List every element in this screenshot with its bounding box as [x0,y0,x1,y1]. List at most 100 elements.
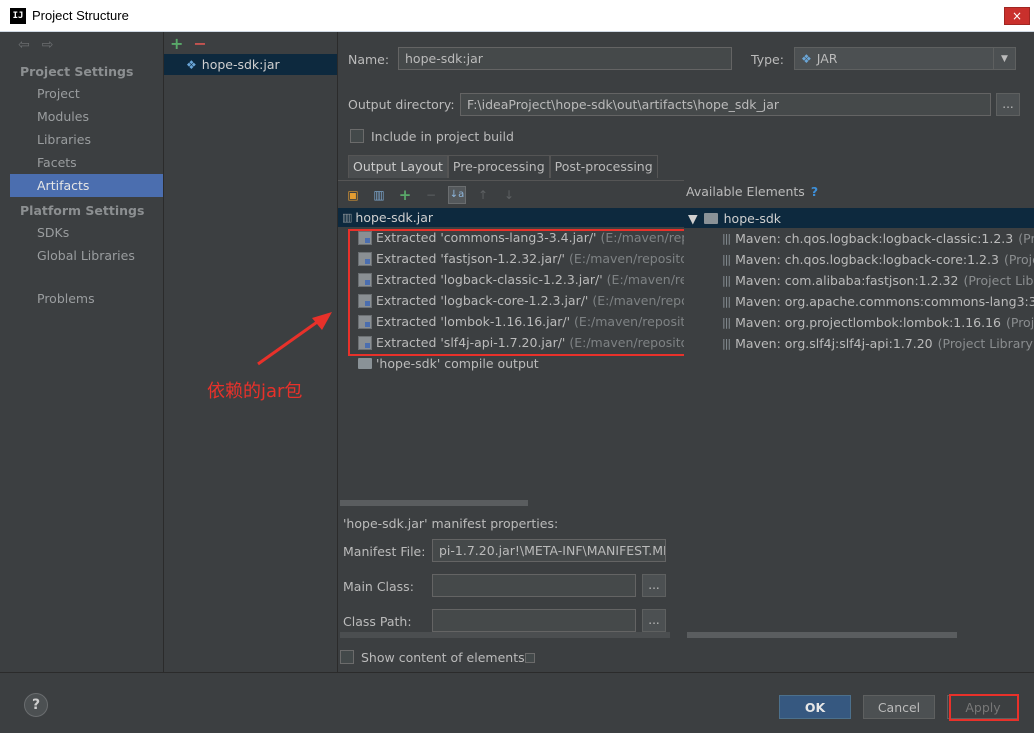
library-suffix: (Project Library [963,273,1034,288]
cancel-button[interactable]: Cancel [863,695,935,719]
sidebar-item-problems[interactable]: Problems [10,287,163,310]
show-content-label: Show content of elements [361,650,525,665]
library-icon: ||| [722,253,731,266]
available-library-row[interactable]: ||| Maven: org.projectlombok:lombok:1.16… [684,312,1034,333]
type-select[interactable]: ❖ JAR ▼ [794,47,1016,70]
library-name: Maven: org.projectlombok:lombok:1.16.16 [735,315,1001,330]
show-content-options-checkbox[interactable] [525,653,535,663]
output-directory-input[interactable]: F:\ideaProject\hope-sdk\out\artifacts\ho… [460,93,991,116]
jar-archive-icon: ▥ [342,211,352,224]
tab-output-layout[interactable]: Output Layout [348,155,448,178]
output-layout-toolbar: ▣ ▥ + − ↓a ↑ ↓ [338,180,684,208]
available-elements-scrollbar[interactable] [687,632,957,638]
library-suffix: (Project [1003,252,1034,267]
available-tree-root[interactable]: ▼ hope-sdk [684,208,1034,228]
remove-artifact-icon[interactable]: − [193,34,206,53]
artifact-jar-icon: ❖ [186,57,197,72]
expand-triangle-icon[interactable]: ▼ [688,211,698,226]
type-select-value: JAR [816,51,838,66]
sidebar-item-project[interactable]: Project [10,82,163,105]
main-class-label: Main Class: [343,579,414,594]
library-suffix: (Proje [1018,231,1034,246]
help-icon[interactable]: ? [811,184,818,199]
library-name: Maven: ch.qos.logback:logback-core:1.2.3 [735,252,999,267]
available-library-row[interactable]: ||| Maven: com.alibaba:fastjson:1.2.32 (… [684,270,1034,291]
window-title: Project Structure [32,8,129,23]
browse-output-directory-button[interactable]: ... [996,93,1020,116]
module-output-icon [358,358,372,369]
library-name: Maven: ch.qos.logback:logback-classic:1.… [735,231,1014,246]
manifest-file-label: Manifest File: [343,544,426,559]
sidebar-item-facets[interactable]: Facets [10,151,163,174]
sidebar-item-libraries[interactable]: Libraries [10,128,163,151]
available-library-row[interactable]: ||| Maven: ch.qos.logback:logback-classi… [684,228,1034,249]
dialog-button-bar: ? OK Cancel Apply [0,672,1034,733]
artifact-item-label: hope-sdk:jar [201,57,280,72]
library-suffix: (Project Library) [937,336,1034,351]
layout-root-label: hope-sdk.jar [355,210,434,225]
browse-main-class-button[interactable]: ... [642,574,666,597]
show-content-checkbox[interactable] [340,650,354,664]
name-label: Name: [348,52,390,67]
library-icon: ||| [722,232,731,245]
new-folder-icon[interactable]: ▣ [344,186,362,204]
add-artifact-icon[interactable]: + [170,34,183,53]
ok-button[interactable]: OK [779,695,851,719]
available-library-row[interactable]: ||| Maven: org.slf4j:slf4j-api:1.7.20 (P… [684,333,1034,354]
name-input[interactable]: hope-sdk:jar [398,47,732,70]
move-up-icon[interactable]: ↑ [474,186,492,204]
forward-arrow-icon[interactable]: ⇨ [42,37,54,53]
artifact-editor: Name: hope-sdk:jar Type: ❖ JAR ▼ Output … [338,32,1034,672]
browse-class-path-button[interactable]: ... [642,609,666,632]
sidebar-section-project-settings: Project Settings [20,64,134,79]
settings-sidebar: ⇦ ⇨ Project Settings Project Modules Lib… [10,32,164,672]
class-path-label: Class Path: [343,614,412,629]
library-icon: ||| [722,337,731,350]
add-element-icon[interactable]: + [396,186,414,204]
library-icon: ||| [722,316,731,329]
library-name: Maven: org.apache.commons:commons-lang3:… [735,294,1034,309]
tab-post-processing[interactable]: Post-processing [549,155,658,178]
library-name: Maven: com.alibaba:fastjson:1.2.32 [735,273,959,288]
library-name: Maven: org.slf4j:slf4j-api:1.7.20 [735,336,933,351]
tab-pre-processing[interactable]: Pre-processing [447,155,550,178]
window-titlebar: IJ Project Structure × [0,0,1034,32]
sidebar-item-artifacts[interactable]: Artifacts [10,174,163,197]
available-elements-tree: ▼ hope-sdk ||| Maven: ch.qos.logback:log… [684,208,1034,632]
include-in-build-label: Include in project build [371,129,514,144]
back-arrow-icon[interactable]: ⇦ [18,37,30,53]
library-icon: ||| [722,295,731,308]
move-down-icon[interactable]: ↓ [500,186,518,204]
remove-element-icon[interactable]: − [422,186,440,204]
help-button[interactable]: ? [24,693,48,717]
module-folder-icon [703,212,718,224]
sidebar-section-platform-settings: Platform Settings [20,203,145,218]
sort-icon[interactable]: ↓a [448,185,466,204]
intellij-app-icon: IJ [10,7,26,24]
tree-row-compile-output[interactable]: 'hope-sdk' compile output [338,353,684,374]
available-library-row[interactable]: ||| Maven: org.apache.commons:commons-la… [684,291,1034,312]
layout-tree-root[interactable]: ▥ hope-sdk.jar [338,208,684,227]
type-label: Type: [751,52,784,67]
main-class-input[interactable] [432,574,636,597]
available-elements-header: Available Elements? [686,184,818,199]
sidebar-item-sdks[interactable]: SDKs [10,221,163,244]
nav-arrows: ⇦ ⇨ [10,32,163,58]
chevron-down-icon[interactable]: ▼ [993,48,1015,69]
output-directory-label: Output directory: [348,97,455,112]
class-path-input[interactable] [432,609,636,632]
sidebar-item-global-libraries[interactable]: Global Libraries [10,244,163,267]
annotation-arrow-icon [257,312,332,366]
jar-type-icon: ❖ [801,51,812,66]
available-library-row[interactable]: ||| Maven: ch.qos.logback:logback-core:1… [684,249,1034,270]
manifest-file-input[interactable]: pi-1.7.20.jar!\META-INF\MANIFEST.MF [432,539,666,562]
layout-tree-scrollbar[interactable] [340,500,528,506]
sidebar-item-modules[interactable]: Modules [10,105,163,128]
window-close-button[interactable]: × [1004,7,1030,25]
manifest-scrollbar[interactable] [340,632,670,638]
available-elements-title: Available Elements [686,184,805,199]
include-in-build-checkbox[interactable] [350,129,364,143]
artifact-item[interactable]: ❖ hope-sdk:jar [164,54,337,75]
archive-icon[interactable]: ▥ [370,186,388,204]
